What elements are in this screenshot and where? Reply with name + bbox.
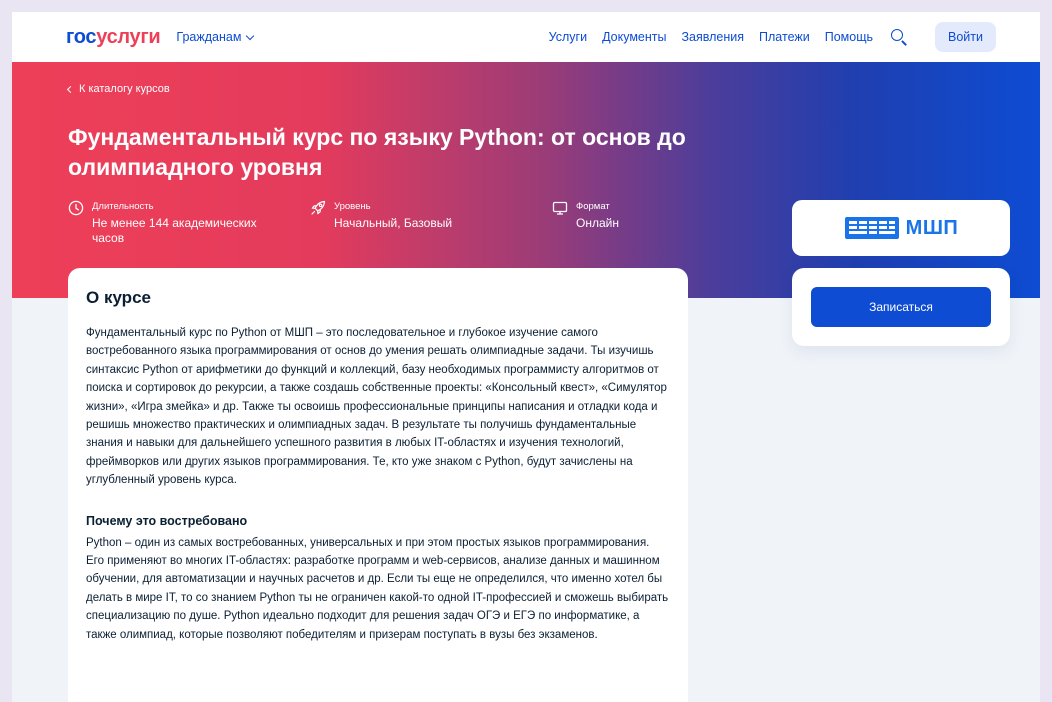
audience-selector[interactable]: Гражданам bbox=[176, 30, 255, 44]
login-button[interactable]: Войти bbox=[935, 22, 996, 52]
chevron-down-icon bbox=[246, 31, 255, 40]
about-course-card: О курсе Фундаментальный курс по Python о… bbox=[68, 268, 688, 702]
clock-icon bbox=[68, 200, 84, 216]
nav-help[interactable]: Помощь bbox=[825, 30, 873, 44]
organization-name: МШП bbox=[905, 216, 959, 239]
rocket-icon bbox=[311, 200, 326, 215]
why-heading: Почему это востребовано bbox=[86, 513, 248, 528]
back-link-label: К каталогу курсов bbox=[79, 83, 170, 95]
nav-services[interactable]: Услуги bbox=[549, 30, 587, 44]
about-text: Фундаментальный курс по Python от МШП – … bbox=[86, 327, 667, 487]
logo-part-gos: гос bbox=[66, 25, 97, 48]
about-heading: О курсе bbox=[86, 288, 151, 307]
logo-part-uslugi: услуги bbox=[96, 25, 161, 48]
top-navigation: гос услуги Гражданам Услуги Документы За… bbox=[12, 12, 1040, 62]
level-value: Начальный, Базовый bbox=[334, 216, 453, 230]
format-label: Формат bbox=[576, 201, 610, 212]
monitor-icon bbox=[552, 201, 568, 215]
audience-label: Гражданам bbox=[176, 30, 242, 44]
meta-duration: Длительность Не менее 144 академических … bbox=[68, 200, 282, 246]
organization-logo: МШП bbox=[792, 200, 1010, 256]
enroll-button[interactable]: Записаться bbox=[811, 287, 991, 327]
course-title: Фундаментальный курс по языку Python: от… bbox=[68, 124, 686, 180]
nav-payments[interactable]: Платежи bbox=[759, 30, 810, 44]
gosuslugi-logo[interactable]: гос услуги bbox=[66, 25, 161, 49]
level-label: Уровень bbox=[334, 201, 371, 212]
chevron-left-icon bbox=[66, 85, 75, 93]
back-to-catalog-link[interactable]: К каталогу курсов bbox=[66, 83, 170, 95]
duration-label: Длительность bbox=[92, 201, 154, 212]
meta-format: Формат Онлайн bbox=[552, 200, 696, 231]
main-nav: Услуги Документы Заявления Платежи Помощ… bbox=[549, 22, 996, 52]
duration-value: Не менее 144 академических часов bbox=[92, 216, 257, 245]
page-frame: гос услуги Гражданам Услуги Документы За… bbox=[12, 12, 1040, 702]
nav-documents[interactable]: Документы bbox=[602, 30, 666, 44]
nav-applications[interactable]: Заявления bbox=[682, 30, 745, 44]
enroll-panel: Записаться bbox=[792, 268, 1010, 346]
why-text: Python – один из самых востребованных, у… bbox=[86, 536, 669, 641]
meta-level: Уровень Начальный, Базовый bbox=[310, 200, 524, 231]
format-value: Онлайн bbox=[576, 216, 619, 230]
search-icon[interactable] bbox=[890, 28, 908, 46]
org-logo-icon bbox=[844, 217, 899, 239]
